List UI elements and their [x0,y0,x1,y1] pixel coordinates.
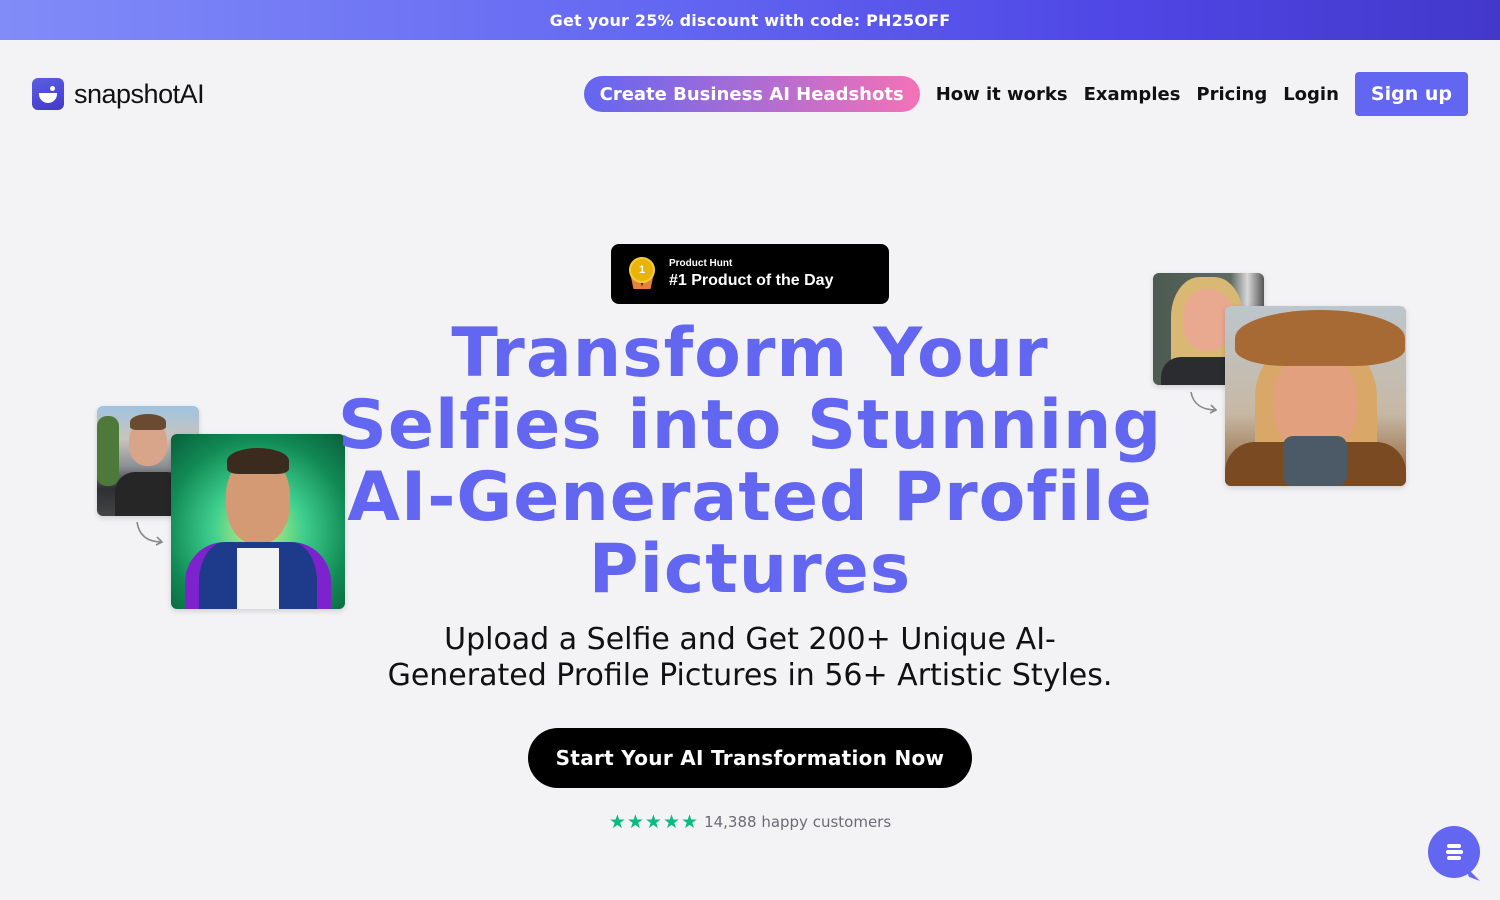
chat-widget-button[interactable] [1428,826,1480,878]
star-icon: ★ [644,811,662,833]
rating-text: 14,388 happy customers [704,813,892,831]
promo-text: Get your 25% discount with code: PH25OFF [549,10,951,30]
nav-examples[interactable]: Examples [1084,84,1181,105]
hero-title: Transform Your Selfies into Stunning AI-… [250,318,1250,606]
after-photo-woman [1225,306,1406,486]
star-icon: ★ [681,811,699,833]
rating-stars: ★ ★ ★ ★ ★ [609,812,698,832]
promo-banner: Get your 25% discount with code: PH25OFF [0,0,1500,40]
hero-title-line: Selfies into Stunning [337,386,1163,465]
main-nav: Create Business AI Headshots How it work… [583,72,1468,116]
nav-how-it-works[interactable]: How it works [936,84,1068,105]
logo-text: snapshotAI [74,78,205,109]
hero-subtitle: Upload a Selfie and Get 200+ Unique AI- … [387,622,1113,693]
arrow-icon [136,521,164,546]
start-transformation-button[interactable]: Start Your AI Transformation Now [528,728,972,788]
logo-icon [32,78,64,110]
logo[interactable]: snapshotAI [32,78,205,110]
nav-pricing[interactable]: Pricing [1196,84,1267,105]
signup-button[interactable]: Sign up [1354,72,1468,116]
badge-source: Product Hunt [669,258,733,269]
hero-title-line: AI-Generated Profile [347,458,1153,537]
medal-icon: 1 [628,257,656,291]
product-hunt-badge[interactable]: 1 Product Hunt #1 Product of the Day [611,244,889,304]
star-icon: ★ [626,811,644,833]
customer-rating: ★ ★ ★ ★ ★ 14,388 happy customers [0,812,1500,832]
star-icon: ★ [608,811,626,833]
chat-icon [1447,844,1461,848]
hero-title-line: Pictures [588,530,912,609]
badge-title: #1 Product of the Day [669,272,834,289]
hero-title-line: Transform Your [451,314,1049,393]
star-icon: ★ [662,811,681,833]
create-business-headshots-button[interactable]: Create Business AI Headshots [583,76,920,112]
nav-login[interactable]: Login [1283,84,1339,105]
